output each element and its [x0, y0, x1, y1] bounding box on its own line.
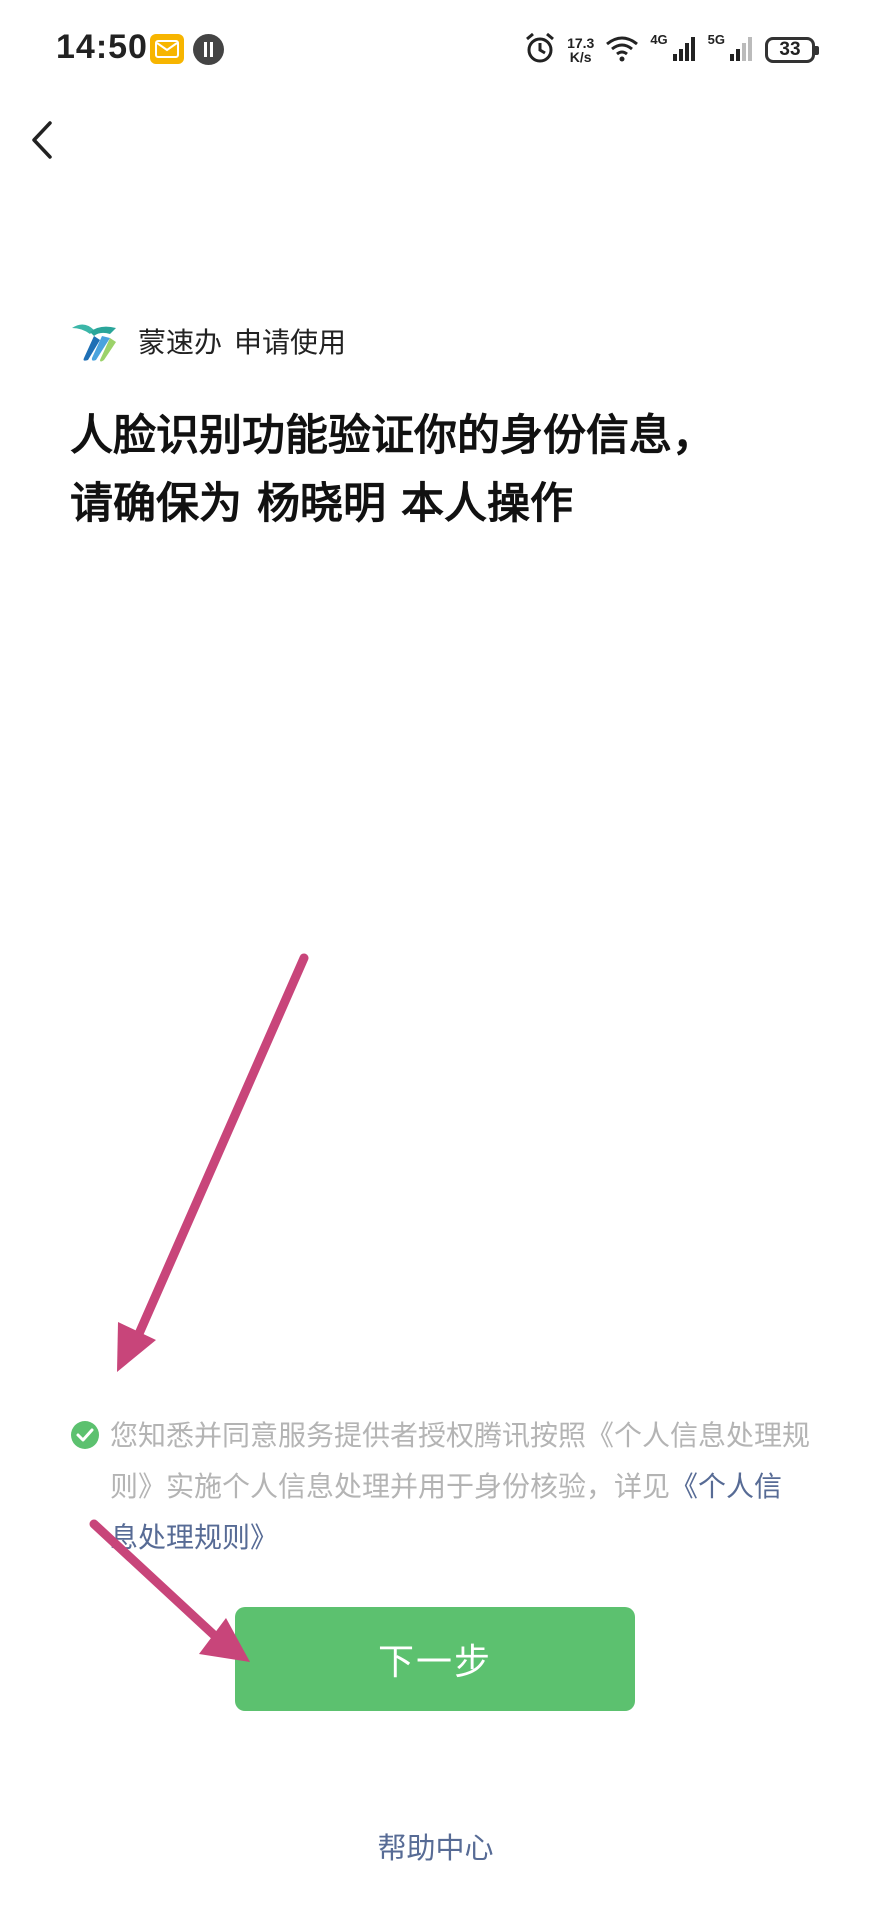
help-center-link[interactable]: 帮助中心 [0, 1825, 871, 1867]
wifi-icon [604, 33, 640, 67]
network-type-2: 5G [707, 32, 725, 47]
net-speed: 17.3 K/s [567, 36, 594, 64]
app-request-text: 申请使用 [234, 326, 347, 359]
signal-icon-2 [729, 34, 755, 66]
headline-line2-suffix: 本人操作 [385, 479, 573, 529]
headline-line1: 人脸识别功能验证你的身份信息， [70, 411, 715, 461]
alarm-icon [523, 31, 557, 69]
status-time: 14:50 [56, 28, 148, 66]
app-header: 蒙速办 申请使用 [70, 318, 346, 364]
headline-line2-prefix: 请确保为 [70, 479, 257, 529]
check-circle-icon [71, 1421, 99, 1449]
battery-level: 33 [779, 39, 801, 60]
status-bar: 14:50 17.3 K/s 4G 5G 33 [0, 0, 871, 100]
app-name: 蒙速办 [138, 326, 223, 359]
app-logo-icon [70, 318, 118, 364]
mail-notification-icon [150, 34, 184, 64]
annotation-arrow-upper [117, 953, 309, 1372]
next-step-button[interactable]: 下一步 [235, 1607, 635, 1711]
net-speed-value: 17.3 [567, 35, 595, 51]
person-name: 杨晓明 [256, 479, 386, 529]
consent-checkbox[interactable] [70, 1420, 100, 1450]
chevron-left-icon [32, 121, 52, 159]
network-type-1: 4G [650, 32, 668, 47]
page-title: 人脸识别功能验证你的身份信息， 请确保为 杨晓明 本人操作 [70, 402, 830, 538]
back-button[interactable] [22, 115, 62, 165]
consent-text-block: 您知悉并同意服务提供者授权腾讯按照《个人信息处理规则》实施个人信息处理并用于身份… [110, 1410, 810, 1563]
status-indicators: 17.3 K/s 4G 5G 33 [523, 30, 819, 70]
app-notification-icon [193, 34, 224, 65]
battery-icon: 33 [765, 37, 819, 63]
net-speed-unit: K/s [569, 49, 592, 65]
signal-icon [672, 34, 698, 66]
